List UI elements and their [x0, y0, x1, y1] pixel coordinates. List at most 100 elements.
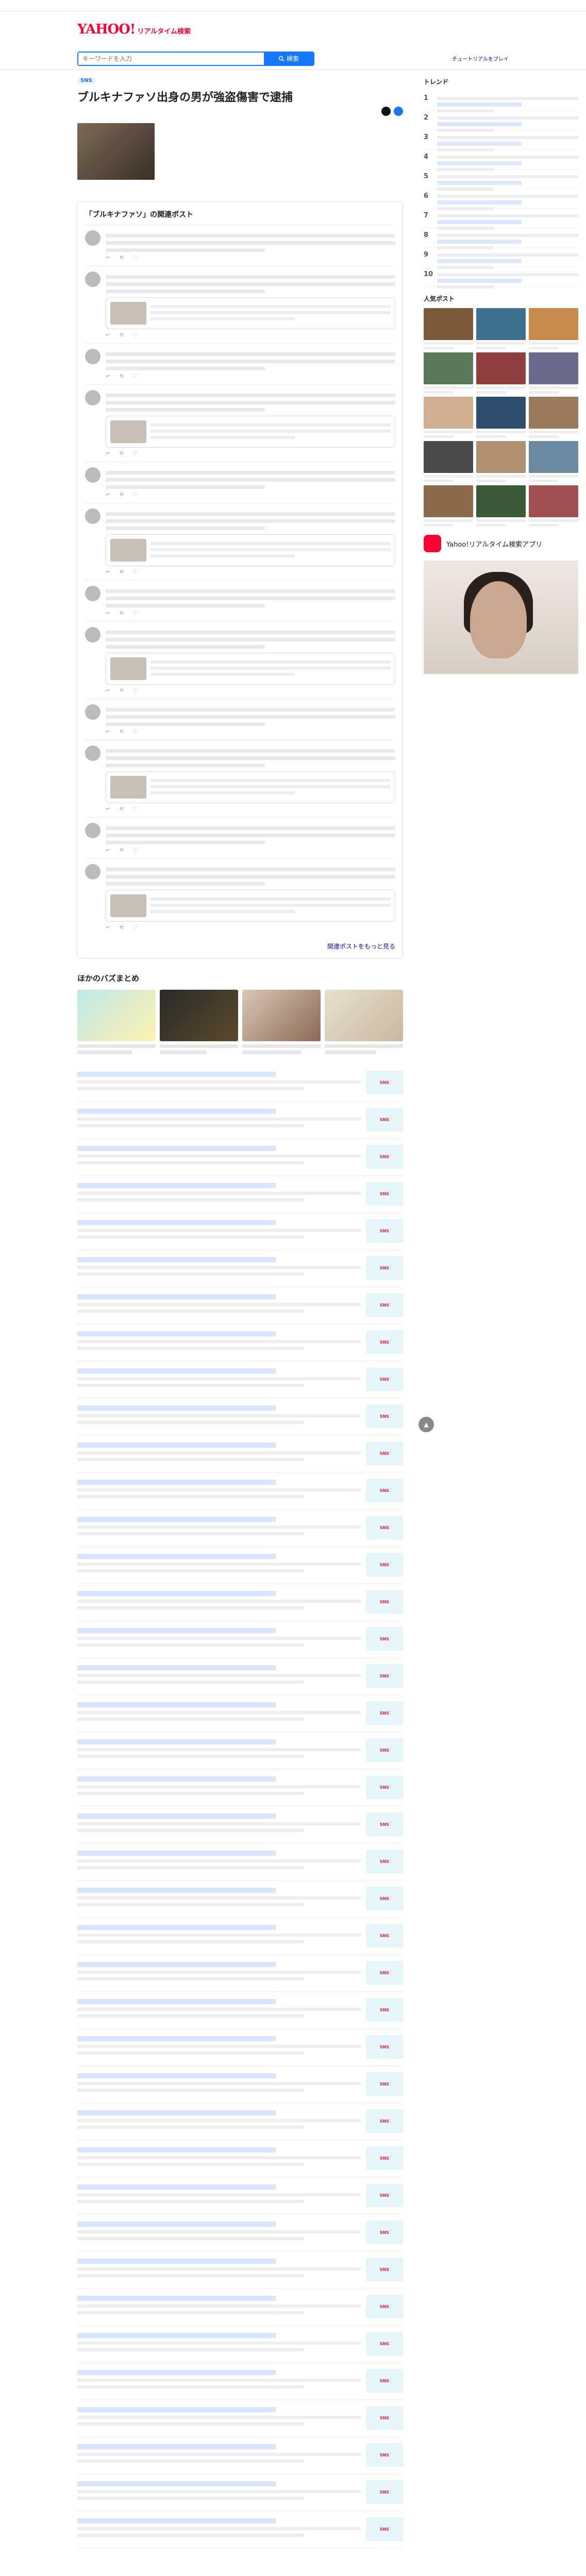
list-item-title[interactable] [77, 1888, 276, 1893]
search-input[interactable] [78, 52, 264, 65]
list-item-thumbnail[interactable]: SNS [366, 1145, 403, 1168]
reply-icon[interactable]: ↩ [106, 255, 110, 261]
popular-post[interactable] [424, 485, 473, 527]
list-item[interactable]: SNS [77, 1324, 403, 1361]
list-item-title[interactable] [77, 1814, 276, 1819]
list-item[interactable]: SNS [77, 2251, 403, 2289]
popular-post[interactable] [476, 441, 526, 482]
list-item[interactable]: SNS [77, 1547, 403, 1584]
list-item-thumbnail[interactable]: SNS [366, 1850, 403, 1873]
list-item[interactable]: SNS [77, 1918, 403, 1955]
list-item[interactable]: SNS [77, 1806, 403, 1843]
avatar[interactable] [85, 390, 101, 405]
post-item[interactable]: ↩ ⟲ ♡ [85, 343, 395, 384]
quoted-post[interactable] [106, 890, 395, 922]
list-item-title[interactable] [77, 1109, 276, 1114]
list-item-title[interactable] [77, 1962, 276, 1967]
repost-icon[interactable]: ⟲ [119, 688, 123, 693]
trend-item[interactable]: 8 [424, 228, 578, 249]
list-item[interactable]: SNS [77, 2029, 403, 2066]
popular-post[interactable] [529, 441, 578, 482]
list-item[interactable]: SNS [77, 1621, 403, 1658]
repost-icon[interactable]: ⟲ [119, 925, 123, 930]
list-item-thumbnail[interactable]: SNS [366, 2295, 403, 2318]
list-item[interactable]: SNS [77, 1880, 403, 1918]
reply-icon[interactable]: ↩ [106, 611, 110, 616]
list-item-thumbnail[interactable]: SNS [366, 2183, 403, 2207]
list-item[interactable]: SNS [77, 2474, 403, 2511]
list-item-thumbnail[interactable]: SNS [366, 2221, 403, 2244]
post-item[interactable]: ↩ ⟲ ♡ [85, 266, 395, 343]
popular-post[interactable] [476, 352, 526, 394]
list-item-thumbnail[interactable]: SNS [366, 2406, 403, 2430]
post-item[interactable]: ↩ ⟲ ♡ [85, 225, 395, 266]
list-item-thumbnail[interactable]: SNS [366, 1738, 403, 1762]
list-item[interactable]: SNS [77, 2140, 403, 2177]
like-icon[interactable]: ♡ [133, 729, 138, 735]
list-item[interactable]: SNS [77, 1992, 403, 2029]
list-item-title[interactable] [77, 2481, 276, 2486]
reply-icon[interactable]: ↩ [106, 332, 110, 338]
list-item-title[interactable] [77, 1368, 276, 1374]
avatar[interactable] [85, 230, 101, 246]
list-item[interactable]: SNS [77, 1435, 403, 1472]
popular-post[interactable] [529, 397, 578, 438]
list-item-title[interactable] [77, 1220, 276, 1225]
list-item-title[interactable] [77, 2296, 276, 2301]
list-item-thumbnail[interactable]: SNS [366, 1701, 403, 1725]
repost-icon[interactable]: ⟲ [119, 848, 123, 853]
post-item[interactable]: ↩ ⟲ ♡ [85, 699, 395, 740]
list-item-thumbnail[interactable]: SNS [366, 1071, 403, 1094]
post-item[interactable]: ↩ ⟲ ♡ [85, 503, 395, 580]
list-item-title[interactable] [77, 1776, 276, 1782]
list-item-thumbnail[interactable]: SNS [366, 2109, 403, 2133]
list-item-thumbnail[interactable]: SNS [366, 2258, 403, 2281]
post-item[interactable]: ↩ ⟲ ♡ [85, 462, 395, 503]
like-icon[interactable]: ♡ [133, 688, 138, 693]
list-item-title[interactable] [77, 2333, 276, 2338]
popular-post[interactable] [424, 308, 473, 349]
buzz-card[interactable] [77, 990, 156, 1054]
list-item[interactable]: SNS [77, 1361, 403, 1398]
list-item-thumbnail[interactable]: SNS [366, 1182, 403, 1206]
list-item-title[interactable] [77, 1294, 276, 1299]
list-item-thumbnail[interactable]: SNS [366, 1367, 403, 1391]
avatar[interactable] [85, 627, 101, 642]
list-item-thumbnail[interactable]: SNS [366, 2072, 403, 2096]
trend-item[interactable]: 10 [424, 267, 578, 289]
like-icon[interactable]: ♡ [133, 569, 138, 575]
list-item-thumbnail[interactable]: SNS [366, 1775, 403, 1799]
quoted-post[interactable] [106, 416, 395, 448]
post-item[interactable]: ↩ ⟲ ♡ [85, 580, 395, 621]
post-item[interactable]: ↩ ⟲ ♡ [85, 384, 395, 462]
list-item-thumbnail[interactable]: SNS [366, 1293, 403, 1317]
list-item[interactable]: SNS [77, 2289, 403, 2326]
list-item-title[interactable] [77, 1443, 276, 1448]
list-item-thumbnail[interactable]: SNS [366, 1108, 403, 1131]
repost-icon[interactable]: ⟲ [119, 255, 123, 261]
trend-item[interactable]: 2 [424, 111, 578, 132]
list-item-title[interactable] [77, 1517, 276, 1522]
list-item-title[interactable] [77, 1702, 276, 1707]
avatar[interactable] [85, 745, 101, 761]
list-item-title[interactable] [77, 1999, 276, 2004]
list-item-title[interactable] [77, 2370, 276, 2375]
list-item-thumbnail[interactable]: SNS [366, 1924, 403, 1947]
list-item-title[interactable] [77, 1405, 276, 1411]
popular-post[interactable] [424, 397, 473, 438]
avatar[interactable] [85, 864, 101, 879]
list-item-title[interactable] [77, 2259, 276, 2264]
popular-post[interactable] [424, 352, 473, 394]
list-item-title[interactable] [77, 2184, 276, 2190]
list-item-thumbnail[interactable]: SNS [366, 1516, 403, 1539]
list-item[interactable]: SNS [77, 2066, 403, 2103]
list-item-thumbnail[interactable]: SNS [366, 1479, 403, 1502]
list-item[interactable]: SNS [77, 1139, 403, 1176]
trend-item[interactable]: 7 [424, 209, 578, 230]
list-item-thumbnail[interactable]: SNS [366, 1590, 403, 1614]
like-icon[interactable]: ♡ [133, 332, 138, 338]
advertisement[interactable] [424, 561, 578, 674]
repost-icon[interactable]: ⟲ [119, 492, 123, 498]
list-item-thumbnail[interactable]: SNS [366, 2517, 403, 2541]
trend-item[interactable]: 3 [424, 130, 578, 151]
